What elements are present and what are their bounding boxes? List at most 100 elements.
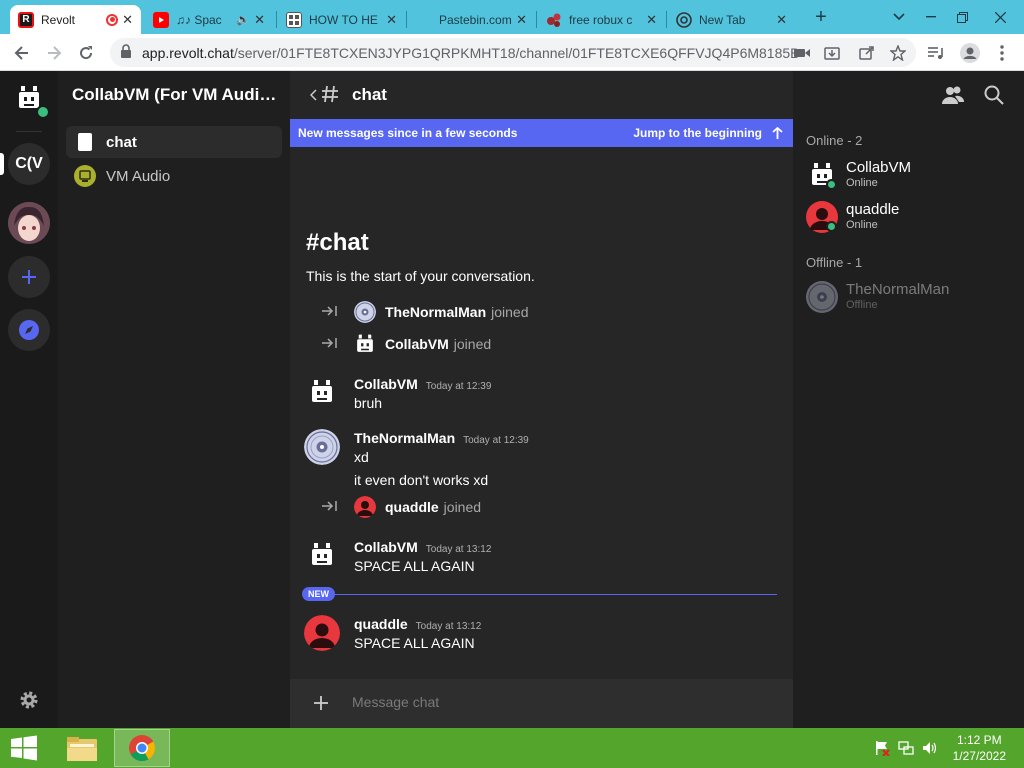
member-item[interactable]: TheNormalMan Offline [806,277,1011,317]
tab-pastebin[interactable]: Pastebin.com ✕ [408,5,535,34]
tab-revolt[interactable]: R Revolt ✕ [10,5,141,34]
red-user-avatar-icon[interactable] [304,615,340,651]
add-server-button[interactable] [8,256,50,298]
tab-how-to[interactable]: HOW TO HE ✕ [278,5,405,34]
action-center-flag-icon[interactable] [874,740,890,757]
close-tab-icon[interactable]: ✕ [386,12,397,28]
message-timestamp: Today at 12:39 [425,381,492,392]
bot-avatar-icon[interactable] [304,537,340,573]
system-clock[interactable]: 1:12 PM 1/27/2022 [953,732,1006,764]
camera-icon[interactable] [788,39,816,67]
add-attachment-plus-icon[interactable] [313,695,329,716]
member-item[interactable]: quaddle Online [806,197,1011,237]
tab-search-chevron-icon[interactable] [884,5,914,29]
disc-avatar-icon[interactable] [354,301,376,323]
system-username[interactable]: CollabVM [385,336,449,352]
pastebin-logo-icon [416,12,432,28]
reload-button[interactable] [72,39,100,67]
member-status: Offline [846,299,878,311]
start-button[interactable] [0,729,48,767]
system-verb: joined [491,304,529,320]
close-window-button[interactable] [985,5,1015,29]
menu-kebab-icon[interactable] [988,39,1016,67]
message-author[interactable]: CollabVM [354,376,418,392]
tab-youtube[interactable]: ♫♪ Spac 🔈 ✕ [145,5,273,34]
restore-button[interactable] [947,5,977,29]
plus-icon [22,270,36,284]
disc-avatar-icon[interactable] [304,429,340,465]
server-name[interactable]: CollabVM (For VM Audio ... [72,85,282,105]
close-tab-icon[interactable]: ✕ [516,12,527,28]
new-messages-banner[interactable]: New messages since in a few seconds Jump… [290,119,793,147]
clock-time: 1:12 PM [956,733,1002,747]
member-item[interactable]: CollabVM Online [806,155,1011,195]
anime-avatar-icon [8,202,50,244]
arrow-up-icon [772,127,783,139]
message-input[interactable] [352,694,752,710]
collapse-chevron-icon[interactable] [309,88,317,106]
message-composer [290,679,793,728]
close-tab-icon[interactable]: ✕ [254,12,265,28]
windows-logo-icon [11,735,37,761]
server-icon-anime[interactable] [8,202,50,244]
tab-title: HOW TO HE [309,12,378,27]
bookmark-star-icon[interactable] [884,39,912,67]
volume-icon[interactable] [922,740,938,756]
chrome-taskbar-button[interactable] [114,729,170,767]
bot-avatar-icon[interactable] [354,333,376,355]
close-tab-icon[interactable]: ✕ [122,12,133,28]
lock-icon[interactable] [120,44,136,61]
channel-name: VM Audio [106,167,171,185]
new-tab-button[interactable]: + [806,5,836,29]
message-text: xd [354,449,369,465]
close-tab-icon[interactable]: ✕ [646,12,657,28]
tab-title: New Tab [699,12,746,27]
share-icon[interactable] [853,39,881,67]
browser-toolbar: app.revolt.chat/server/01FTE8TCXEN3JYPG1… [0,34,1024,71]
banner-text: New messages since in a few seconds [298,126,518,140]
conversation-title: #chat [306,229,369,256]
channel-item-vm-audio[interactable]: VM Audio [66,160,282,192]
settings-button[interactable] [8,679,50,721]
message-author[interactable]: TheNormalMan [354,430,455,446]
close-tab-icon[interactable]: ✕ [776,12,787,28]
tab-free-robux[interactable]: free robux c ✕ [538,5,665,34]
join-arrow-icon [322,499,340,515]
members-icon[interactable] [942,85,965,110]
file-explorer-taskbar-button[interactable] [54,729,110,767]
jump-to-beginning-button[interactable]: Jump to the beginning [633,126,783,140]
channel-item-chat[interactable]: chat [66,126,282,158]
gear-icon [20,691,38,709]
message-author[interactable]: quaddle [354,616,408,632]
install-app-icon[interactable] [818,39,846,67]
system-username[interactable]: quaddle [385,499,439,515]
red-user-avatar-icon[interactable] [354,496,376,518]
search-icon[interactable] [984,85,1004,110]
network-icon[interactable] [898,740,914,756]
forward-button[interactable] [40,39,68,67]
revolt-app: C(V CollabVM (For VM Audio ... chat VM A… [0,71,1024,728]
back-button[interactable] [8,39,36,67]
message-text: SPACE ALL AGAIN [354,558,475,574]
system-username[interactable]: TheNormalMan [385,304,486,320]
new-messages-divider: NEW [302,586,777,604]
youtube-logo-icon [153,11,169,28]
online-status-dot [826,221,837,232]
red-dots-icon [546,12,562,28]
media-control-icon[interactable] [922,39,950,67]
bot-avatar-icon[interactable] [304,374,340,410]
audio-playing-icon[interactable]: 🔈 [236,13,250,26]
system-message-join: quaddle joined [322,495,481,519]
online-status-dot [36,105,50,119]
minimize-button[interactable] [916,5,946,29]
text-channel-icon [74,131,96,153]
tab-title: ♫♪ Spac [176,12,222,27]
discover-button[interactable] [8,309,50,351]
server-icon-collabvm[interactable]: C(V [8,143,50,185]
voice-channel-icon [74,165,96,187]
tab-new-tab[interactable]: New Tab ✕ [668,5,795,34]
message-author[interactable]: CollabVM [354,539,418,555]
profile-avatar-icon[interactable] [956,39,984,67]
folder-icon [67,737,97,761]
home-button[interactable] [8,77,50,119]
